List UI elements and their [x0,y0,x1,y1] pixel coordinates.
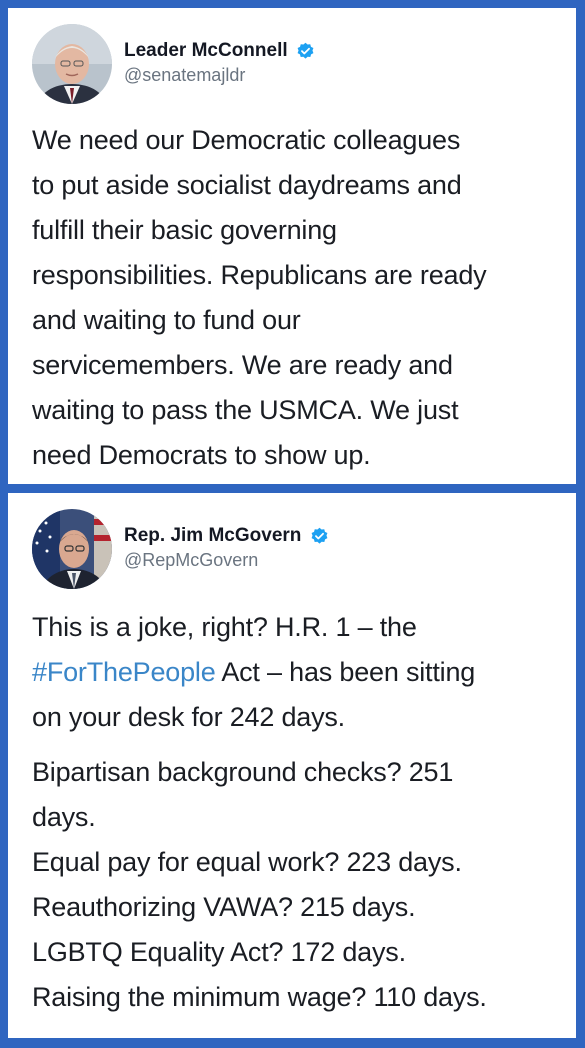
tweet-line-rest: Act – has been sitting [215,657,476,687]
display-name[interactable]: Leader McConnell [124,40,288,62]
tweet-line: #ForThePeople Act – has been sitting [32,650,556,695]
tweet-line: servicemembers. We are ready and [32,350,453,380]
tweet-line: This is a joke, right? H.R. 1 – the [32,612,417,642]
hashtag-link[interactable]: #ForThePeople [32,657,216,687]
tweet-line: responsibilities. Republicans are ready [32,260,487,290]
author-names: Rep. Jim McGovern @RepMcGovern [124,525,329,571]
avatar[interactable] [32,24,112,104]
display-name[interactable]: Rep. Jim McGovern [124,525,301,547]
tweet-line: and waiting to fund our [32,305,301,335]
verified-badge-icon [310,527,329,546]
tweet-line: to put aside socialist daydreams and [32,170,462,200]
tweet-text: This is a joke, right? H.R. 1 – the #For… [32,605,556,1020]
tweet-line: need Democrats to show up. [32,440,371,470]
author-names: Leader McConnell @senatemajldr [124,40,315,86]
tweet-line: Equal pay for equal work? 223 days. [32,847,462,877]
tweet-line: on your desk for 242 days. [32,702,345,732]
handle[interactable]: @RepMcGovern [124,550,329,571]
tweet-card-mcgovern: Rep. Jim McGovern @RepMcGovern This is a… [8,493,576,1038]
tweet-line: Raising the minimum wage? 110 days. [32,982,487,1012]
tweet-line: Bipartisan background checks? 251 [32,757,454,787]
tweet-line: Reauthorizing VAWA? 215 days. [32,892,416,922]
tweet-line: LGBTQ Equality Act? 172 days. [32,937,406,967]
tweet-line: We need our Democratic colleagues [32,125,461,155]
verified-badge-icon [296,42,315,61]
tweet-line: waiting to pass the USMCA. We just [32,395,459,425]
avatar[interactable] [32,509,112,589]
tweet-text: We need our Democratic colleagues to put… [32,118,556,478]
tweet-card-mcconnell: Leader McConnell @senatemajldr We need o… [8,8,576,484]
tweet-line: fulfill their basic governing [32,215,337,245]
tweet-line: days. [32,802,96,832]
handle[interactable]: @senatemajldr [124,65,315,86]
